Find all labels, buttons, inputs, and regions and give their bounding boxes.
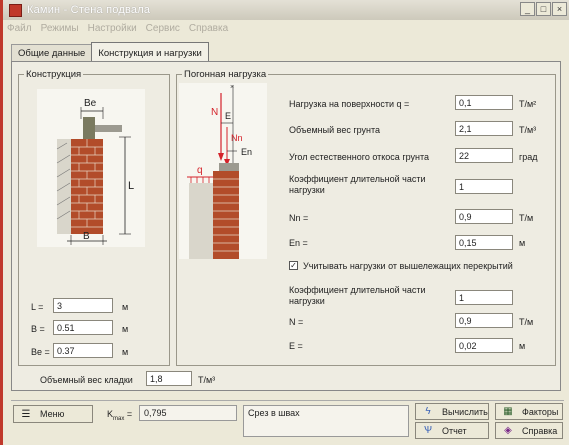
duration-coef-2-label: Коэффициент длительной части нагрузки bbox=[289, 285, 426, 306]
b-dimension-label: B bbox=[83, 231, 90, 242]
load-group-title: Погонная нагрузка bbox=[182, 69, 269, 80]
n-unit: Т/м bbox=[519, 317, 534, 327]
l-dimension-label: L bbox=[128, 180, 134, 192]
construction-group-title: Конструкция bbox=[24, 69, 84, 80]
tab-strip: Общие данные Конструкция и нагрузки bbox=[11, 42, 209, 61]
help-icon: ◈ bbox=[504, 425, 512, 436]
main-window: Камин - Стена подвала _ □ × Файл Режимы … bbox=[0, 0, 569, 445]
b-unit: м bbox=[122, 324, 129, 334]
menu-icon: ☰ bbox=[21, 408, 31, 420]
tab-construction-loads[interactable]: Конструкция и нагрузки bbox=[91, 42, 209, 61]
nn-field-label: Nn = bbox=[289, 213, 309, 223]
duration-coef-1-input[interactable] bbox=[455, 179, 513, 194]
masonry-weight-input[interactable] bbox=[146, 371, 192, 386]
duration-coef-2-input[interactable] bbox=[455, 290, 513, 305]
b-label: B = bbox=[31, 324, 45, 334]
status-message-box: Срез в шваx bbox=[243, 405, 409, 437]
nn-label: Nn bbox=[231, 133, 243, 143]
menu-button[interactable]: ☰ Меню bbox=[13, 405, 93, 423]
l-label: L = bbox=[31, 302, 44, 312]
repose-angle-input[interactable] bbox=[455, 148, 513, 163]
be-label: Be = bbox=[31, 347, 50, 357]
status-message: Срез в шваx bbox=[248, 408, 300, 418]
menu-bar: Файл Режимы Настройки Сервис Справка bbox=[3, 20, 569, 36]
surface-load-unit: Т/м² bbox=[519, 99, 537, 109]
maximize-button[interactable]: □ bbox=[536, 2, 551, 16]
surface-load-label: Нагрузка на поверхности q = bbox=[289, 99, 410, 109]
upper-floors-checkbox-label: Учитывать нагрузки от вышележащих перекр… bbox=[303, 261, 513, 271]
menu-button-label: Меню bbox=[40, 409, 65, 419]
factors-button-label: Факторы bbox=[522, 406, 559, 417]
b-input[interactable] bbox=[53, 320, 113, 335]
n-field-label: N = bbox=[289, 317, 304, 327]
bolt-icon: ϟ bbox=[425, 406, 431, 417]
be-unit: м bbox=[122, 347, 129, 357]
q-label: q bbox=[197, 165, 203, 176]
tab-general-data[interactable]: Общие данные bbox=[11, 44, 93, 61]
construction-group: Конструкция Bе L B L = 3 м B = 0.51 м Be… bbox=[18, 69, 170, 366]
report-button-label: Отчет bbox=[442, 425, 467, 436]
nn-input[interactable] bbox=[455, 209, 513, 224]
menu-settings[interactable]: Настройки bbox=[88, 23, 137, 34]
masonry-weight-label: Объемный вес кладки bbox=[40, 375, 133, 385]
title-bar: Камин - Стена подвала _ □ × bbox=[3, 0, 569, 20]
n-arrow-label: N bbox=[211, 107, 218, 118]
en-label: En bbox=[241, 147, 252, 157]
calculate-button-label: Вычислить bbox=[442, 406, 488, 417]
e-field-label: E = bbox=[289, 341, 303, 351]
window-controls: _ □ × bbox=[520, 2, 567, 16]
calculate-button[interactable]: ϟ Вычислить bbox=[415, 403, 489, 420]
masonry-weight-unit: Т/м³ bbox=[198, 375, 216, 385]
bottom-bar: ☰ Меню Kmax = 0,795 Срез в шваx ϟ Вычисл… bbox=[11, 400, 564, 440]
e-label: E bbox=[225, 111, 231, 121]
menu-service[interactable]: Сервис bbox=[146, 23, 180, 34]
n-input[interactable] bbox=[455, 313, 513, 328]
upper-floors-checkbox[interactable]: ✓ bbox=[289, 261, 298, 270]
load-group: Погонная нагрузка × N E Nn En q Нагрузка… bbox=[176, 69, 556, 366]
repose-angle-unit: град bbox=[519, 152, 538, 162]
menu-file[interactable]: Файл bbox=[7, 23, 32, 34]
kmax-value-box: 0,795 bbox=[139, 405, 237, 421]
duration-coef-1-label: Коэффициент длительной части нагрузки bbox=[289, 174, 426, 195]
kmax-subscript: max bbox=[113, 415, 125, 422]
help-button[interactable]: ◈ Справка bbox=[495, 422, 563, 439]
be-dimension-label: Bе bbox=[84, 98, 97, 109]
e-input[interactable] bbox=[455, 338, 513, 353]
kmax-value: 0,795 bbox=[144, 408, 167, 418]
app-icon bbox=[9, 3, 22, 17]
wall-section-diagram: Bе L B bbox=[37, 89, 145, 247]
menu-modes[interactable]: Режимы bbox=[41, 23, 79, 34]
en-field-label: En = bbox=[289, 238, 308, 248]
l-unit: м bbox=[122, 302, 129, 312]
load-diagram: × N E Nn En q bbox=[179, 83, 267, 259]
soil-weight-input[interactable] bbox=[455, 121, 513, 136]
tab-panel: Конструкция Bе L B L = 3 м B = 0.51 м Be… bbox=[11, 61, 561, 391]
close-button[interactable]: × bbox=[552, 2, 567, 16]
report-icon: Ѱ bbox=[424, 425, 432, 436]
nn-unit: Т/м bbox=[519, 213, 534, 223]
kmax-label: Kmax = bbox=[107, 409, 133, 422]
factors-button[interactable]: ▦ Факторы bbox=[495, 403, 563, 420]
l-input[interactable] bbox=[53, 298, 113, 313]
grid-icon: ▦ bbox=[503, 406, 513, 417]
en-unit: м bbox=[519, 238, 526, 248]
be-input[interactable] bbox=[53, 343, 113, 358]
window-title: Камин - Стена подвала bbox=[27, 4, 151, 16]
repose-angle-label: Угол естественного откоса грунта bbox=[289, 152, 429, 162]
report-button[interactable]: Ѱ Отчет bbox=[415, 422, 489, 439]
svg-text:×: × bbox=[230, 84, 234, 91]
surface-load-input[interactable] bbox=[455, 95, 513, 110]
e-unit: м bbox=[519, 341, 526, 351]
soil-weight-unit: Т/м³ bbox=[519, 125, 537, 135]
help-button-label: Справка bbox=[522, 425, 558, 436]
minimize-button[interactable]: _ bbox=[520, 2, 535, 16]
en-input[interactable] bbox=[455, 235, 513, 250]
menu-help[interactable]: Справка bbox=[189, 23, 228, 34]
soil-weight-label: Объемный вес грунта bbox=[289, 125, 381, 135]
